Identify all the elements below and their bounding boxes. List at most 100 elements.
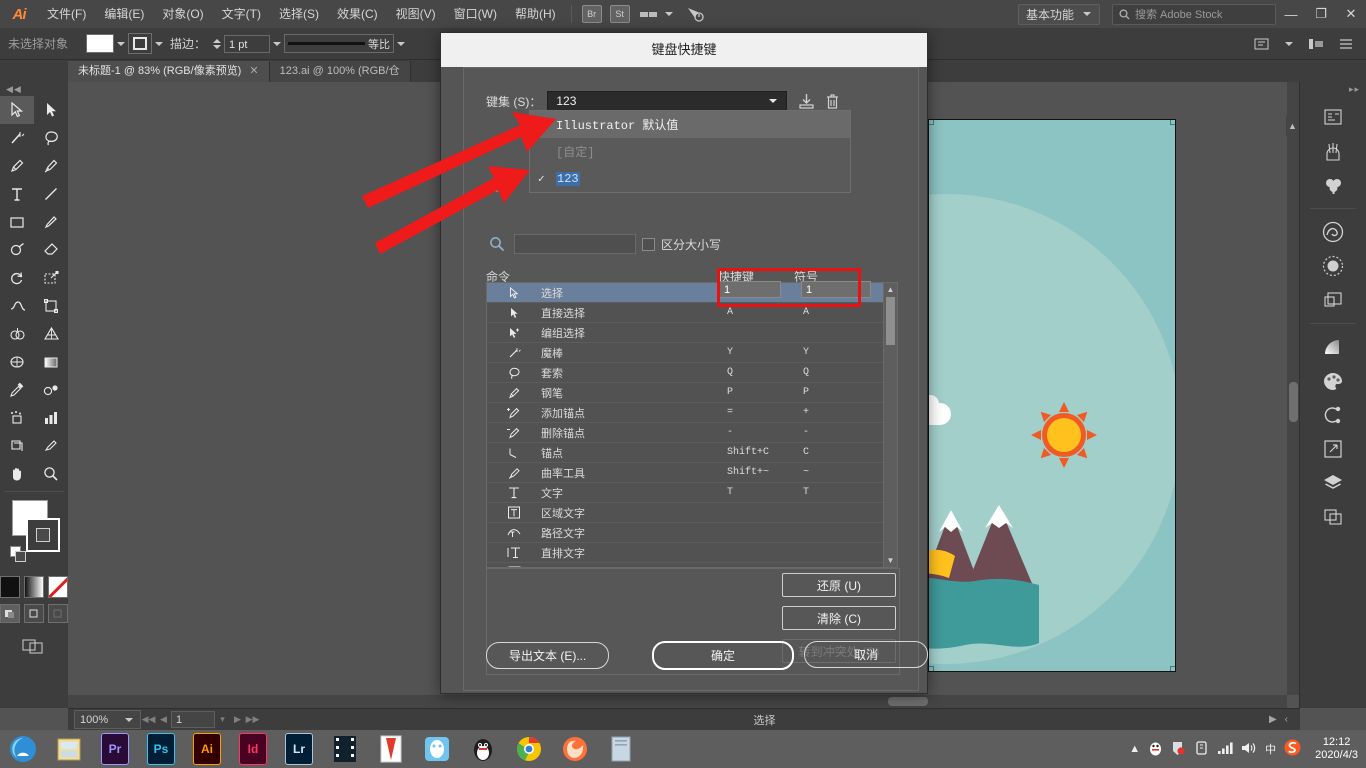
tool-free-transform[interactable] — [34, 292, 68, 320]
menu-object[interactable]: 对象(O) — [153, 0, 212, 28]
taskbar-premiere-icon[interactable]: Pr — [92, 730, 138, 768]
tool-magic-wand[interactable] — [0, 124, 34, 152]
table-row[interactable]: 编组选择 — [487, 323, 897, 343]
stroke-color-swatch[interactable] — [26, 518, 60, 552]
stroke-width-chevron-down-icon[interactable] — [270, 34, 284, 53]
tool-curvature[interactable] — [34, 152, 68, 180]
undo-button[interactable]: 还原 (U) — [782, 573, 896, 597]
taskbar-lightroom-icon[interactable]: Lr — [276, 730, 322, 768]
taskbar-wps-icon[interactable] — [368, 730, 414, 768]
tool-scale[interactable] — [34, 264, 68, 292]
close-button[interactable]: ✕ — [1336, 0, 1366, 28]
keyset-dropdown-list[interactable]: Illustrator 默认值 [自定] ✓ 123 — [529, 110, 851, 193]
table-row[interactable]: 曲率工具 Shift+~ ~ — [487, 463, 897, 483]
document-tab-123ai[interactable]: 123.ai @ 100% (RGB/仓 — [270, 61, 411, 82]
stroke-profile-select[interactable]: 等比 — [284, 34, 394, 53]
panel-cc-libraries-icon[interactable] — [1300, 215, 1366, 249]
stroke-chevron-down-icon[interactable] — [152, 34, 166, 53]
stroke-width-input[interactable]: 1 pt — [224, 35, 270, 53]
panel-symbols-icon[interactable] — [1300, 168, 1366, 202]
previous-artboard-button[interactable]: ◀ — [156, 711, 171, 729]
table-row[interactable]: 区域文字 — [487, 503, 897, 523]
color-mode-gradient-icon[interactable] — [24, 576, 44, 598]
taskbar-illustrator-icon[interactable]: Ai — [184, 730, 230, 768]
tool-artboard[interactable] — [0, 432, 34, 460]
scroll-up-icon[interactable]: ▲ — [884, 283, 897, 296]
scrollbar-thumb[interactable] — [888, 697, 928, 706]
tool-column-graph[interactable] — [34, 404, 68, 432]
fill-chevron-down-icon[interactable] — [114, 34, 128, 53]
sogou-icon[interactable] — [1284, 739, 1301, 759]
tool-line[interactable] — [34, 180, 68, 208]
canvas-horizontal-scrollbar[interactable] — [68, 695, 1287, 708]
dropdown-item-123[interactable]: ✓ 123 — [530, 165, 850, 192]
trash-icon[interactable] — [821, 90, 843, 112]
artboard[interactable] — [928, 119, 1176, 672]
menu-effect[interactable]: 效果(C) — [328, 0, 387, 28]
tool-eraser[interactable] — [34, 236, 68, 264]
panel-appearance-icon[interactable] — [1300, 249, 1366, 283]
stroke-swatch[interactable] — [128, 33, 152, 54]
menu-select[interactable]: 选择(S) — [270, 0, 328, 28]
table-row[interactable]: 锚点 Shift+C C — [487, 443, 897, 463]
tool-slice[interactable] — [34, 432, 68, 460]
list-vertical-scrollbar[interactable]: ▲ ▼ — [883, 283, 897, 567]
tool-shape-builder[interactable] — [0, 320, 34, 348]
tool-pen[interactable] — [0, 152, 34, 180]
status-prev-icon[interactable]: ‹ — [1285, 714, 1288, 725]
panel-layers-icon[interactable] — [1300, 466, 1366, 500]
scrollbar-thumb[interactable] — [1289, 382, 1298, 422]
align-panel-icon[interactable] — [1306, 34, 1326, 54]
tool-blend[interactable] — [34, 376, 68, 404]
scroll-down-icon[interactable]: ▼ — [884, 554, 897, 567]
screen-mode-button[interactable] — [0, 637, 68, 655]
document-setup-icon[interactable] — [1252, 34, 1272, 54]
tool-selection[interactable] — [0, 96, 34, 124]
stock-icon[interactable]: St — [610, 5, 630, 23]
tool-type[interactable] — [0, 180, 34, 208]
menu-edit[interactable]: 编辑(E) — [95, 0, 153, 28]
tool-width[interactable] — [0, 292, 34, 320]
taskbar-qq-icon[interactable] — [460, 730, 506, 768]
taskbar-media-encoder-icon[interactable] — [322, 730, 368, 768]
control-bar-chevron-down-icon[interactable] — [1282, 34, 1296, 53]
command-list[interactable]: 选择 直接选择 A A 编组选择 魔棒 — [486, 282, 898, 568]
menu-help[interactable]: 帮助(H) — [506, 0, 565, 28]
stroke-profile-chevron-down-icon[interactable] — [394, 34, 408, 53]
keyset-select[interactable]: 123 — [547, 91, 787, 112]
status-next-icon[interactable]: ▶ — [1269, 714, 1277, 725]
restore-button[interactable]: ❐ — [1306, 0, 1336, 28]
tool-symbol-sprayer[interactable] — [0, 404, 34, 432]
tool-rectangle[interactable] — [0, 208, 34, 236]
taskbar-firefox-icon[interactable] — [552, 730, 598, 768]
tool-direct-selection[interactable] — [34, 96, 68, 124]
tool-zoom[interactable] — [34, 460, 68, 488]
ime-chinese-label[interactable]: 中 — [1265, 741, 1276, 757]
draw-behind-icon[interactable] — [24, 604, 44, 623]
close-icon[interactable]: ✕ — [249, 61, 258, 82]
tool-gradient[interactable] — [34, 348, 68, 376]
document-tab-untitled[interactable]: 未标题-1 @ 83% (RGB/像素预览) ✕ — [68, 61, 270, 82]
tool-mesh[interactable] — [0, 348, 34, 376]
show-hidden-icons-icon[interactable]: ▲ — [1129, 743, 1140, 755]
next-artboard-button[interactable]: ▶ — [230, 711, 245, 729]
fill-swatch[interactable] — [86, 34, 114, 53]
ime-tool-icon[interactable] — [1194, 740, 1209, 759]
panel-gradient-icon[interactable] — [1300, 330, 1366, 364]
tool-perspective-grid[interactable] — [34, 320, 68, 348]
workspace-switcher[interactable]: 基本功能 — [1018, 4, 1100, 25]
artboard-number-input[interactable]: 1 — [171, 711, 215, 728]
bridge-icon[interactable]: Br — [582, 5, 602, 23]
security-tray-icon[interactable] — [1171, 740, 1186, 759]
panel-brushes-icon[interactable] — [1300, 134, 1366, 168]
table-row[interactable]: 魔棒 Y Y — [487, 343, 897, 363]
signal-icon[interactable] — [1217, 741, 1233, 758]
panel-options-icon[interactable] — [1336, 34, 1356, 54]
tool-shaper[interactable] — [0, 236, 34, 264]
first-artboard-button[interactable]: ◀◀ — [141, 711, 156, 729]
volume-icon[interactable] — [1241, 741, 1257, 758]
artboard-handle-br[interactable] — [1170, 666, 1176, 672]
tool-eyedropper[interactable] — [0, 376, 34, 404]
table-row[interactable]: 文字 T T — [487, 483, 897, 503]
menu-type[interactable]: 文字(T) — [213, 0, 270, 28]
